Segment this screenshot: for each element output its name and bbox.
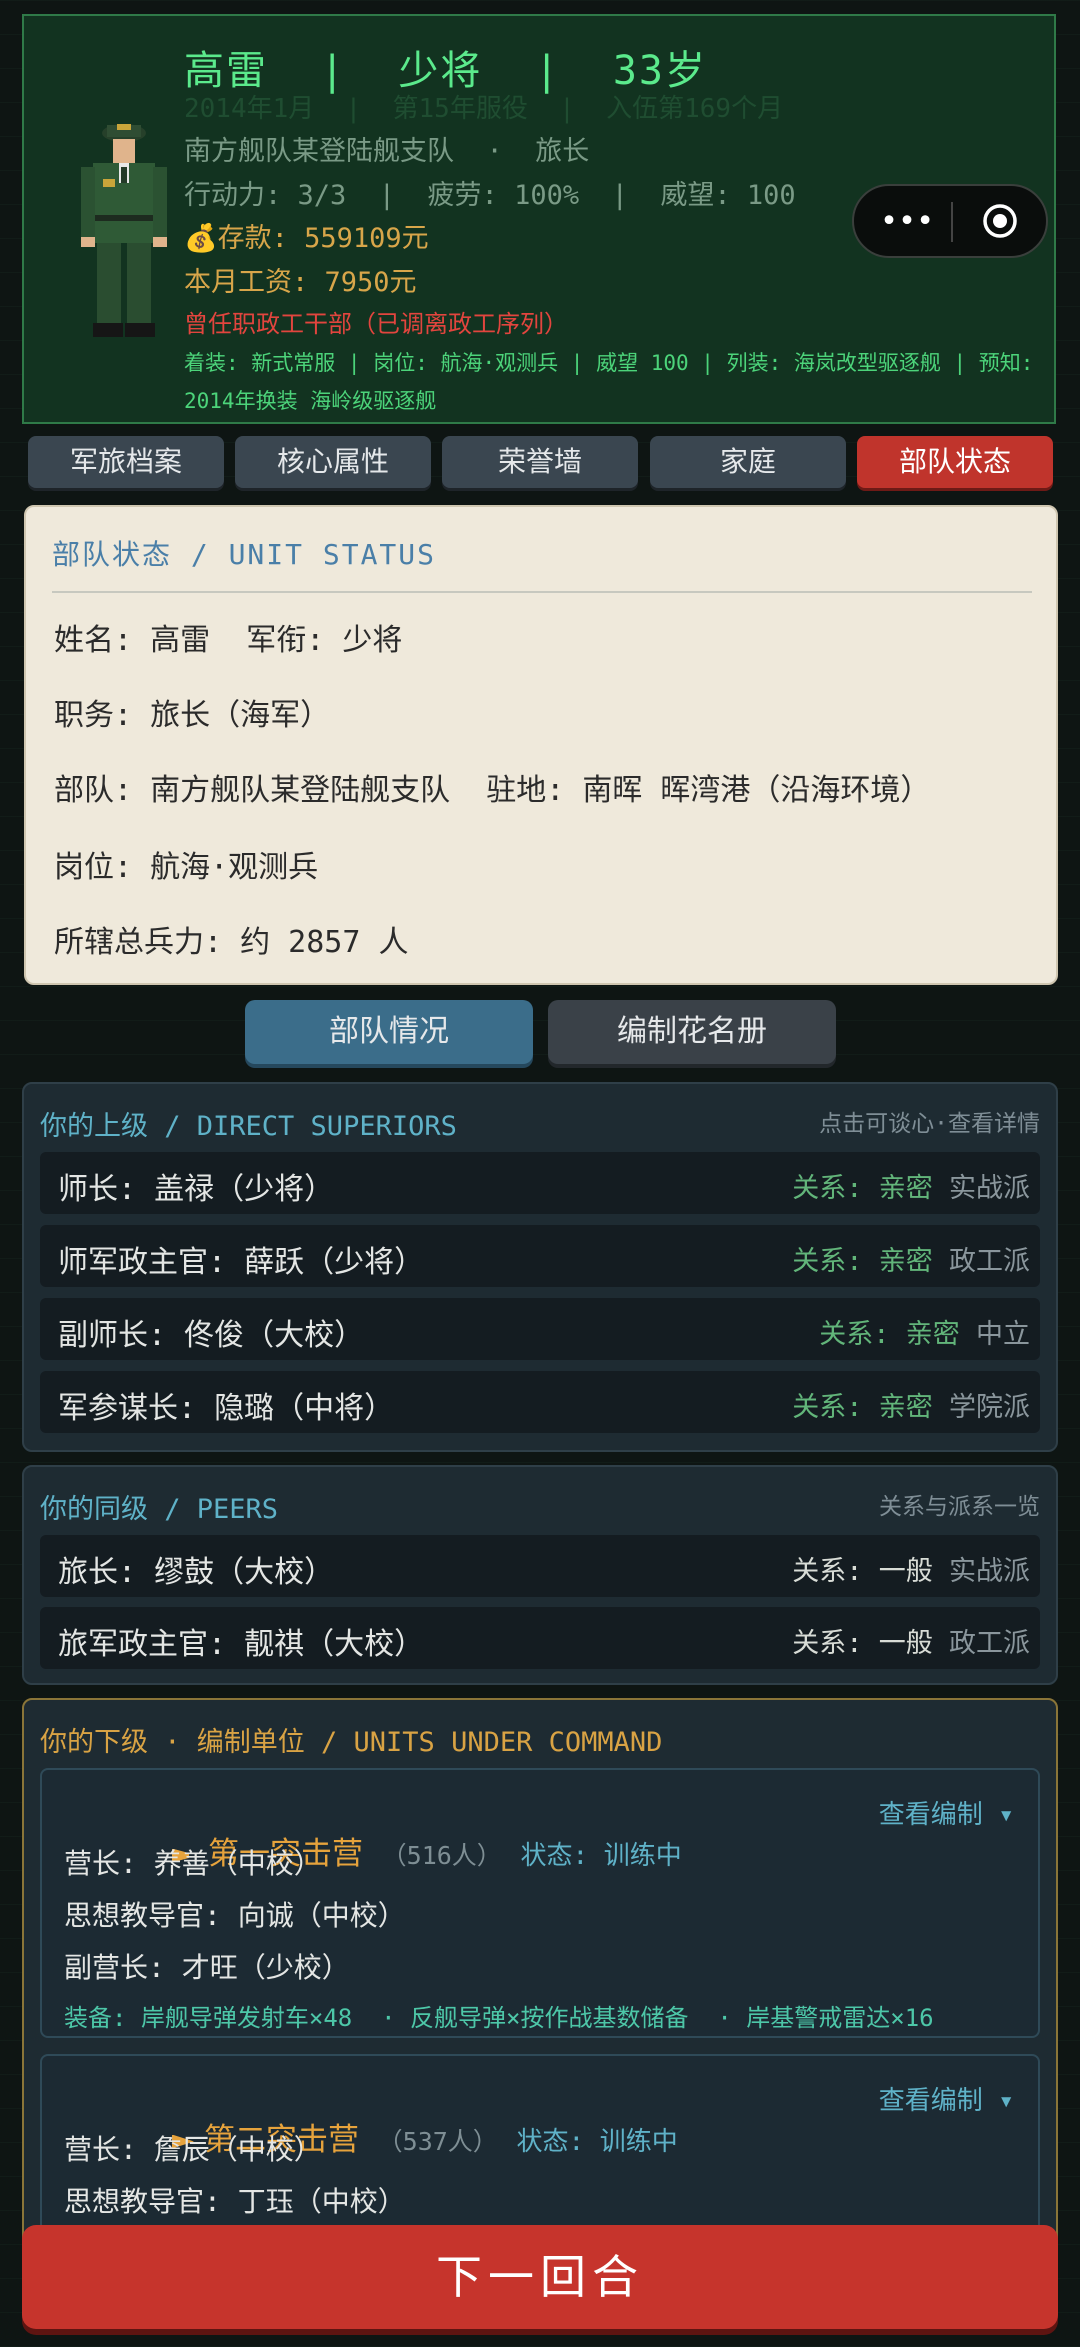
relation-label: 关系: 亲密	[792, 1173, 933, 1204]
capsule-divider	[951, 202, 953, 242]
tab-family[interactable]: 家庭	[650, 436, 846, 488]
superiors-title: 你的上级 / DIRECT SUPERIORS	[40, 1111, 457, 1142]
tab-unit-status[interactable]: 部队状态	[857, 436, 1053, 488]
officer-avatar-icon	[81, 124, 167, 337]
faction-label: 实战派	[949, 1173, 1030, 1204]
superior-name: 副师长: 佟俊（大校）	[58, 1318, 365, 1353]
peers-title: 你的同级 / PEERS	[40, 1494, 279, 1525]
view-organization-button[interactable]: 查看编制 ▾	[879, 1794, 1014, 1831]
relation-label: 关系: 一般	[792, 1556, 933, 1587]
former-post-note: 曾任职政工干部（已调离政工序列）	[184, 310, 568, 338]
relation-label: 关系: 亲密	[792, 1246, 933, 1277]
superior-row[interactable]: 副师长: 佟俊（大校） 关系: 亲密 中立	[40, 1298, 1040, 1360]
superior-row[interactable]: 军参谋长: 隐璐（中将） 关系: 亲密 学院派	[40, 1371, 1040, 1433]
miniapp-capsule: •••	[852, 184, 1048, 258]
battalion-deputy: 副营长: 才旺（少校）	[64, 1951, 350, 1984]
unit-status-card: 部队状态 / UNIT STATUS 姓名: 高雷 军衔: 少将 职务: 旅长（…	[24, 505, 1058, 985]
status-post: 岗位: 航海·观测兵	[54, 850, 319, 885]
battalion-status: 状态: 训练中	[516, 2127, 678, 2157]
peer-name: 旅长: 缪鼓（大校）	[58, 1555, 335, 1590]
status-unit-station: 部队: 南方舰队某登陆舰支队 驻地: 南晖 晖湾港（沿海环境）	[54, 773, 931, 808]
relation-label: 关系: 亲密	[819, 1319, 960, 1350]
relation-info: 关系: 亲密 政工派	[792, 1239, 1030, 1278]
unit-status-title: 部队状态 / UNIT STATUS	[52, 538, 437, 571]
battalion-size: （537人）	[377, 2127, 498, 2156]
battalion-status: 状态: 训练中	[520, 1841, 682, 1871]
relation-label: 关系: 亲密	[792, 1392, 933, 1423]
relation-info: 关系: 亲密 学院派	[792, 1385, 1030, 1424]
peers-hint: 关系与派系一览	[879, 1494, 1040, 1520]
subtab-unit-situation[interactable]: 部队情况	[245, 1000, 533, 1064]
relation-info: 关系: 一般 政工派	[792, 1621, 1030, 1660]
unit-position-line: 南方舰队某登陆舰支队 · 旅长	[184, 136, 590, 167]
relation-info: 关系: 亲密 中立	[819, 1312, 1030, 1351]
superior-name: 军参谋长: 隐璐（中将）	[58, 1391, 395, 1426]
faction-label: 政工派	[949, 1246, 1030, 1277]
superior-name: 师长: 盖禄（少将）	[58, 1172, 335, 1207]
superior-name: 师军政主官: 薛跃（少将）	[58, 1245, 425, 1280]
status-total-strength: 所辖总兵力: 约 2857 人	[54, 925, 409, 960]
savings-amount: 存款: 559109元	[217, 223, 429, 254]
view-organization-button[interactable]: 查看编制 ▾	[879, 2080, 1014, 2117]
battalion-commander: 营长: 养善（中校）	[64, 1847, 322, 1880]
battalion-political-officer: 思想教导官: 向诚（中校）	[64, 1899, 406, 1932]
subordinates-title: 你的下级 · 编制单位 / UNITS UNDER COMMAND	[40, 1727, 663, 1758]
tab-core-attributes[interactable]: 核心属性	[235, 436, 431, 488]
superiors-hint: 点击可谈心·查看详情	[819, 1111, 1040, 1137]
more-options-icon[interactable]: •••	[880, 204, 934, 240]
savings-line: 💰存款: 559109元	[184, 216, 429, 255]
service-date-line: 2014年1月 | 第15年服役 | 入伍第169个月	[184, 94, 784, 124]
faction-label: 学院派	[949, 1392, 1030, 1423]
faction-label: 政工派	[949, 1628, 1030, 1659]
peer-row[interactable]: 旅军政主官: 靓祺（大校） 关系: 一般 政工派	[40, 1607, 1040, 1669]
faction-label: 中立	[976, 1319, 1030, 1350]
peer-row[interactable]: 旅长: 缪鼓（大校） 关系: 一般 实战派	[40, 1535, 1040, 1597]
superior-row[interactable]: 师军政主官: 薛跃（少将） 关系: 亲密 政工派	[40, 1225, 1040, 1287]
subtab-roster[interactable]: 编制花名册	[548, 1000, 836, 1064]
tab-military-archive[interactable]: 军旅档案	[28, 436, 224, 488]
close-miniapp-icon[interactable]	[982, 203, 1018, 239]
superiors-panel: 你的上级 / DIRECT SUPERIORS 点击可谈心·查看详情 师长: 盖…	[22, 1082, 1058, 1452]
battalion-equipment: 装备: 岸舰导弹发射车×48 · 反舰导弹×按作战基数储备 · 岸基警戒雷达×1…	[64, 2004, 934, 2032]
tab-honor-wall[interactable]: 荣誉墙	[442, 436, 638, 488]
subordinates-panel: 你的下级 · 编制单位 / UNITS UNDER COMMAND 第一突击营 …	[22, 1698, 1058, 2258]
money-bag-icon: 💰	[184, 223, 218, 254]
peers-panel: 你的同级 / PEERS 关系与派系一览 旅长: 缪鼓（大校） 关系: 一般 实…	[22, 1465, 1058, 1685]
officer-stats-line: 行动力: 3/3 | 疲劳: 100% | 威望: 100	[184, 180, 796, 211]
superior-row[interactable]: 师长: 盖禄（少将） 关系: 亲密 实战派	[40, 1152, 1040, 1214]
next-turn-button[interactable]: 下一回合	[22, 2225, 1058, 2329]
equipment-info-line: 着装: 新式常服 | 岗位: 航海·观测兵 | 威望 100 | 列装: 海岚改…	[184, 351, 1034, 413]
relation-label: 关系: 一般	[792, 1628, 933, 1659]
peer-name: 旅军政主官: 靓祺（大校）	[58, 1627, 425, 1662]
relation-info: 关系: 一般 实战派	[792, 1549, 1030, 1588]
divider	[52, 591, 1032, 593]
battalion-size: （516人）	[381, 1841, 502, 1870]
relation-info: 关系: 亲密 实战派	[792, 1166, 1030, 1205]
battalion-card: 第二突击营 （537人） 状态: 训练中 查看编制 ▾ 营长: 詹辰（中校） 思…	[40, 2054, 1040, 2254]
battalion-political-officer: 思想教导官: 丁珏（中校）	[64, 2185, 406, 2218]
salary-line: 本月工资: 7950元	[184, 267, 417, 298]
status-name-rank: 姓名: 高雷 军衔: 少将	[54, 623, 403, 658]
faction-label: 实战派	[949, 1556, 1030, 1587]
battalion-commander: 营长: 詹辰（中校）	[64, 2133, 322, 2166]
battalion-card: 第一突击营 （516人） 状态: 训练中 查看编制 ▾ 营长: 养善（中校） 思…	[40, 1768, 1040, 2038]
status-duty: 职务: 旅长（海军）	[54, 698, 331, 733]
